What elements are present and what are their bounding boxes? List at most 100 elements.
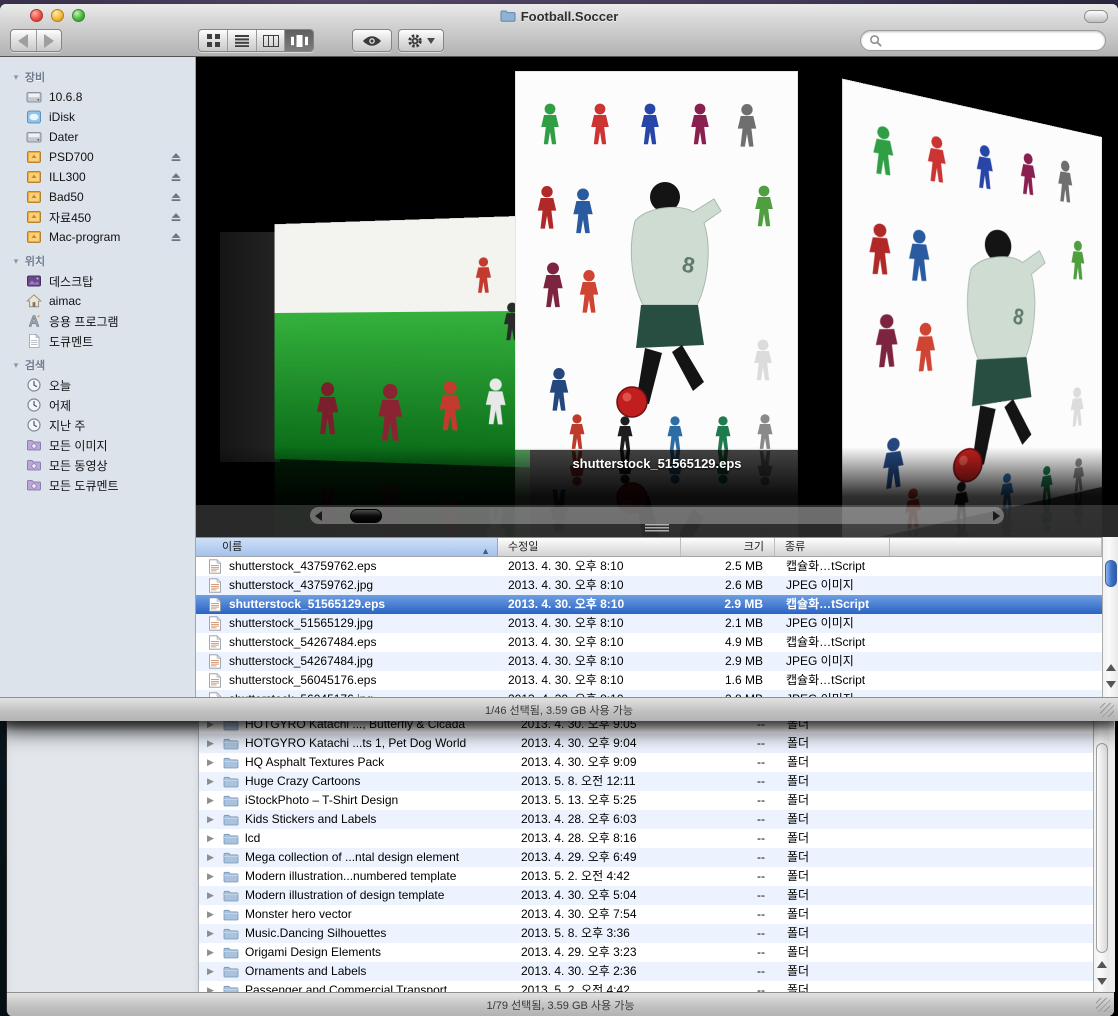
file-row[interactable]: shutterstock_43759762.eps2013. 4. 30. 오후… bbox=[196, 557, 1102, 576]
disclosure-right-icon[interactable]: ▶ bbox=[207, 981, 217, 992]
column-header-kind[interactable]: 종류 bbox=[775, 538, 890, 556]
back-scrollbar[interactable] bbox=[1093, 721, 1109, 992]
sidebar-item-Bad50[interactable]: Bad50 bbox=[0, 187, 195, 207]
window-chrome[interactable]: Football.Soccer bbox=[0, 4, 1118, 57]
icon-view-button[interactable] bbox=[199, 30, 227, 51]
toolbar-toggle-button[interactable] bbox=[1084, 10, 1108, 23]
sidebar-item-aimac[interactable]: aimac bbox=[0, 291, 195, 311]
coverflow-scrollbar-thumb[interactable] bbox=[350, 509, 382, 523]
eject-icon[interactable] bbox=[169, 190, 183, 204]
sidebar-section-header[interactable]: ▼검색 bbox=[0, 357, 195, 375]
disclosure-right-icon[interactable]: ▶ bbox=[207, 791, 217, 810]
disclosure-right-icon[interactable]: ▶ bbox=[207, 721, 217, 734]
folder-row[interactable]: ▶Mega collection of ...ntal design eleme… bbox=[199, 848, 1093, 867]
disclosure-right-icon[interactable]: ▶ bbox=[207, 943, 217, 962]
coverflow-view-button[interactable] bbox=[284, 30, 313, 51]
sidebar-item-자료450[interactable]: 자료450 bbox=[0, 207, 195, 227]
folder-row[interactable]: ▶Music.Dancing Silhouettes2013. 5. 8. 오후… bbox=[199, 924, 1093, 943]
folder-row[interactable]: ▶Kids Stickers and Labels2013. 4. 28. 오후… bbox=[199, 810, 1093, 829]
sidebar-item-모든 이미지[interactable]: 모든 이미지 bbox=[0, 435, 195, 455]
scroll-up-button[interactable] bbox=[1103, 659, 1118, 676]
folder-row[interactable]: ▶Passenger and Commercial Transport2013.… bbox=[199, 981, 1093, 992]
file-list-scrollbar[interactable] bbox=[1102, 537, 1118, 701]
sidebar-item-Dater[interactable]: Dater bbox=[0, 127, 195, 147]
sidebar-section-header[interactable]: ▼장비 bbox=[0, 69, 195, 87]
sidebar-item-지난 주[interactable]: 지난 주 bbox=[0, 415, 195, 435]
folder-row[interactable]: ▶Ornaments and Labels2013. 4. 30. 오후 2:3… bbox=[199, 962, 1093, 981]
folder-row[interactable]: ▶lcd2013. 4. 28. 오후 8:16--폴더 bbox=[199, 829, 1093, 848]
sidebar-item-iDisk[interactable]: iDisk bbox=[0, 107, 195, 127]
coverflow-item-left[interactable] bbox=[274, 216, 530, 468]
file-row[interactable]: shutterstock_54267484.eps2013. 4. 30. 오후… bbox=[196, 633, 1102, 652]
folder-row[interactable]: ▶HOTGYRO Katachi ...ts 1, Pet Dog World2… bbox=[199, 734, 1093, 753]
scroll-down-button[interactable] bbox=[1103, 676, 1118, 693]
file-row[interactable]: shutterstock_51565129.eps2013. 4. 30. 오후… bbox=[196, 595, 1102, 614]
resize-grip-icon[interactable] bbox=[1096, 998, 1110, 1012]
sidebar-item-Mac-program[interactable]: Mac-program bbox=[0, 227, 195, 247]
disclosure-right-icon[interactable]: ▶ bbox=[207, 810, 217, 829]
sidebar-item-ILL300[interactable]: ILL300 bbox=[0, 167, 195, 187]
coverflow-scroll-right-button[interactable] bbox=[988, 511, 1004, 521]
disclosure-right-icon[interactable]: ▶ bbox=[207, 924, 217, 943]
column-view-button[interactable] bbox=[256, 30, 285, 51]
folder-row[interactable]: ▶Modern illustration of design template2… bbox=[199, 886, 1093, 905]
folder-row[interactable]: ▶Huge Crazy Cartoons2013. 5. 8. 오전 12:11… bbox=[199, 772, 1093, 791]
disclosure-right-icon[interactable]: ▶ bbox=[207, 848, 217, 867]
folder-row[interactable]: ▶Modern illustration...numbered template… bbox=[199, 867, 1093, 886]
coverflow-resize-handle-icon[interactable] bbox=[645, 524, 669, 532]
search-field[interactable] bbox=[860, 30, 1106, 51]
action-menu-button[interactable] bbox=[398, 29, 444, 52]
coverflow-scroll-left-button[interactable] bbox=[310, 511, 326, 521]
disclosure-right-icon[interactable]: ▶ bbox=[207, 905, 217, 924]
back-scrollbar-thumb[interactable] bbox=[1096, 743, 1108, 953]
sidebar-section-header[interactable]: ▼위치 bbox=[0, 253, 195, 271]
eject-icon[interactable] bbox=[169, 210, 183, 224]
folder-row[interactable]: ▶Monster hero vector2013. 4. 30. 오후 7:54… bbox=[199, 905, 1093, 924]
eject-icon[interactable] bbox=[169, 170, 183, 184]
list-view-button[interactable] bbox=[227, 30, 256, 51]
sidebar-item-PSD700[interactable]: PSD700 bbox=[0, 147, 195, 167]
resize-grip-icon[interactable] bbox=[1100, 703, 1114, 717]
coverflow-area[interactable]: shutterstock_51565129.eps bbox=[196, 57, 1118, 537]
folder-row[interactable]: ▶HOTGYRO Katachi ..., Butterfly & Cicada… bbox=[199, 721, 1093, 734]
column-header-date[interactable]: 수정일 bbox=[498, 538, 681, 556]
file-row[interactable]: shutterstock_54267484.jpg2013. 4. 30. 오후… bbox=[196, 652, 1102, 671]
sidebar-item-응용 프로그램[interactable]: 응용 프로그램 bbox=[0, 311, 195, 331]
coverflow-scrollbar[interactable] bbox=[310, 507, 1004, 524]
sidebar-item-도큐멘트[interactable]: 도큐멘트 bbox=[0, 331, 195, 351]
disclosure-right-icon[interactable]: ▶ bbox=[207, 886, 217, 905]
scroll-down-button[interactable] bbox=[1094, 973, 1109, 990]
forward-button[interactable] bbox=[36, 30, 61, 51]
column-header-name[interactable]: 이름 ▲ bbox=[196, 538, 498, 556]
search-input[interactable] bbox=[887, 34, 1097, 48]
finder-window-front[interactable]: Football.Soccer bbox=[0, 4, 1118, 721]
disclosure-right-icon[interactable]: ▶ bbox=[207, 753, 217, 772]
folder-row[interactable]: ▶iStockPhoto – T-Shirt Design2013. 5. 13… bbox=[199, 791, 1093, 810]
finder-window-back[interactable]: ▶HOTGYRO Katachi ..., Butterfly & Cicada… bbox=[6, 721, 1114, 1016]
file-row[interactable]: shutterstock_51565129.jpg2013. 4. 30. 오후… bbox=[196, 614, 1102, 633]
disclosure-right-icon[interactable]: ▶ bbox=[207, 962, 217, 981]
eject-icon[interactable] bbox=[169, 150, 183, 164]
disclosure-right-icon[interactable]: ▶ bbox=[207, 734, 217, 753]
file-row[interactable]: shutterstock_56045176.eps2013. 4. 30. 오후… bbox=[196, 671, 1102, 690]
eject-icon[interactable] bbox=[169, 230, 183, 244]
coverflow-item-far-left[interactable] bbox=[220, 232, 280, 462]
disclosure-right-icon[interactable]: ▶ bbox=[207, 772, 217, 791]
back-button[interactable] bbox=[11, 30, 36, 51]
sidebar-item-모든 동영상[interactable]: 모든 동영상 bbox=[0, 455, 195, 475]
folder-row[interactable]: ▶Origami Design Elements2013. 4. 29. 오후 … bbox=[199, 943, 1093, 962]
disclosure-right-icon[interactable]: ▶ bbox=[207, 867, 217, 886]
file-list-scrollbar-thumb[interactable] bbox=[1105, 560, 1117, 587]
sidebar-item-데스크탑[interactable]: 데스크탑 bbox=[0, 271, 195, 291]
sidebar-item-10.6.8[interactable]: 10.6.8 bbox=[0, 87, 195, 107]
sidebar-item-모든 도큐멘트[interactable]: 모든 도큐멘트 bbox=[0, 475, 195, 495]
file-row[interactable]: shutterstock_43759762.jpg2013. 4. 30. 오후… bbox=[196, 576, 1102, 595]
scroll-up-button[interactable] bbox=[1094, 956, 1109, 973]
column-header-size[interactable]: 크기 bbox=[681, 538, 775, 556]
sidebar-item-어제[interactable]: 어제 bbox=[0, 395, 195, 415]
folder-row[interactable]: ▶HQ Asphalt Textures Pack2013. 4. 30. 오후… bbox=[199, 753, 1093, 772]
sidebar-item-오늘[interactable]: 오늘 bbox=[0, 375, 195, 395]
quick-look-button[interactable] bbox=[352, 29, 392, 52]
coverflow-item-selected[interactable] bbox=[515, 71, 798, 450]
disclosure-right-icon[interactable]: ▶ bbox=[207, 829, 217, 848]
